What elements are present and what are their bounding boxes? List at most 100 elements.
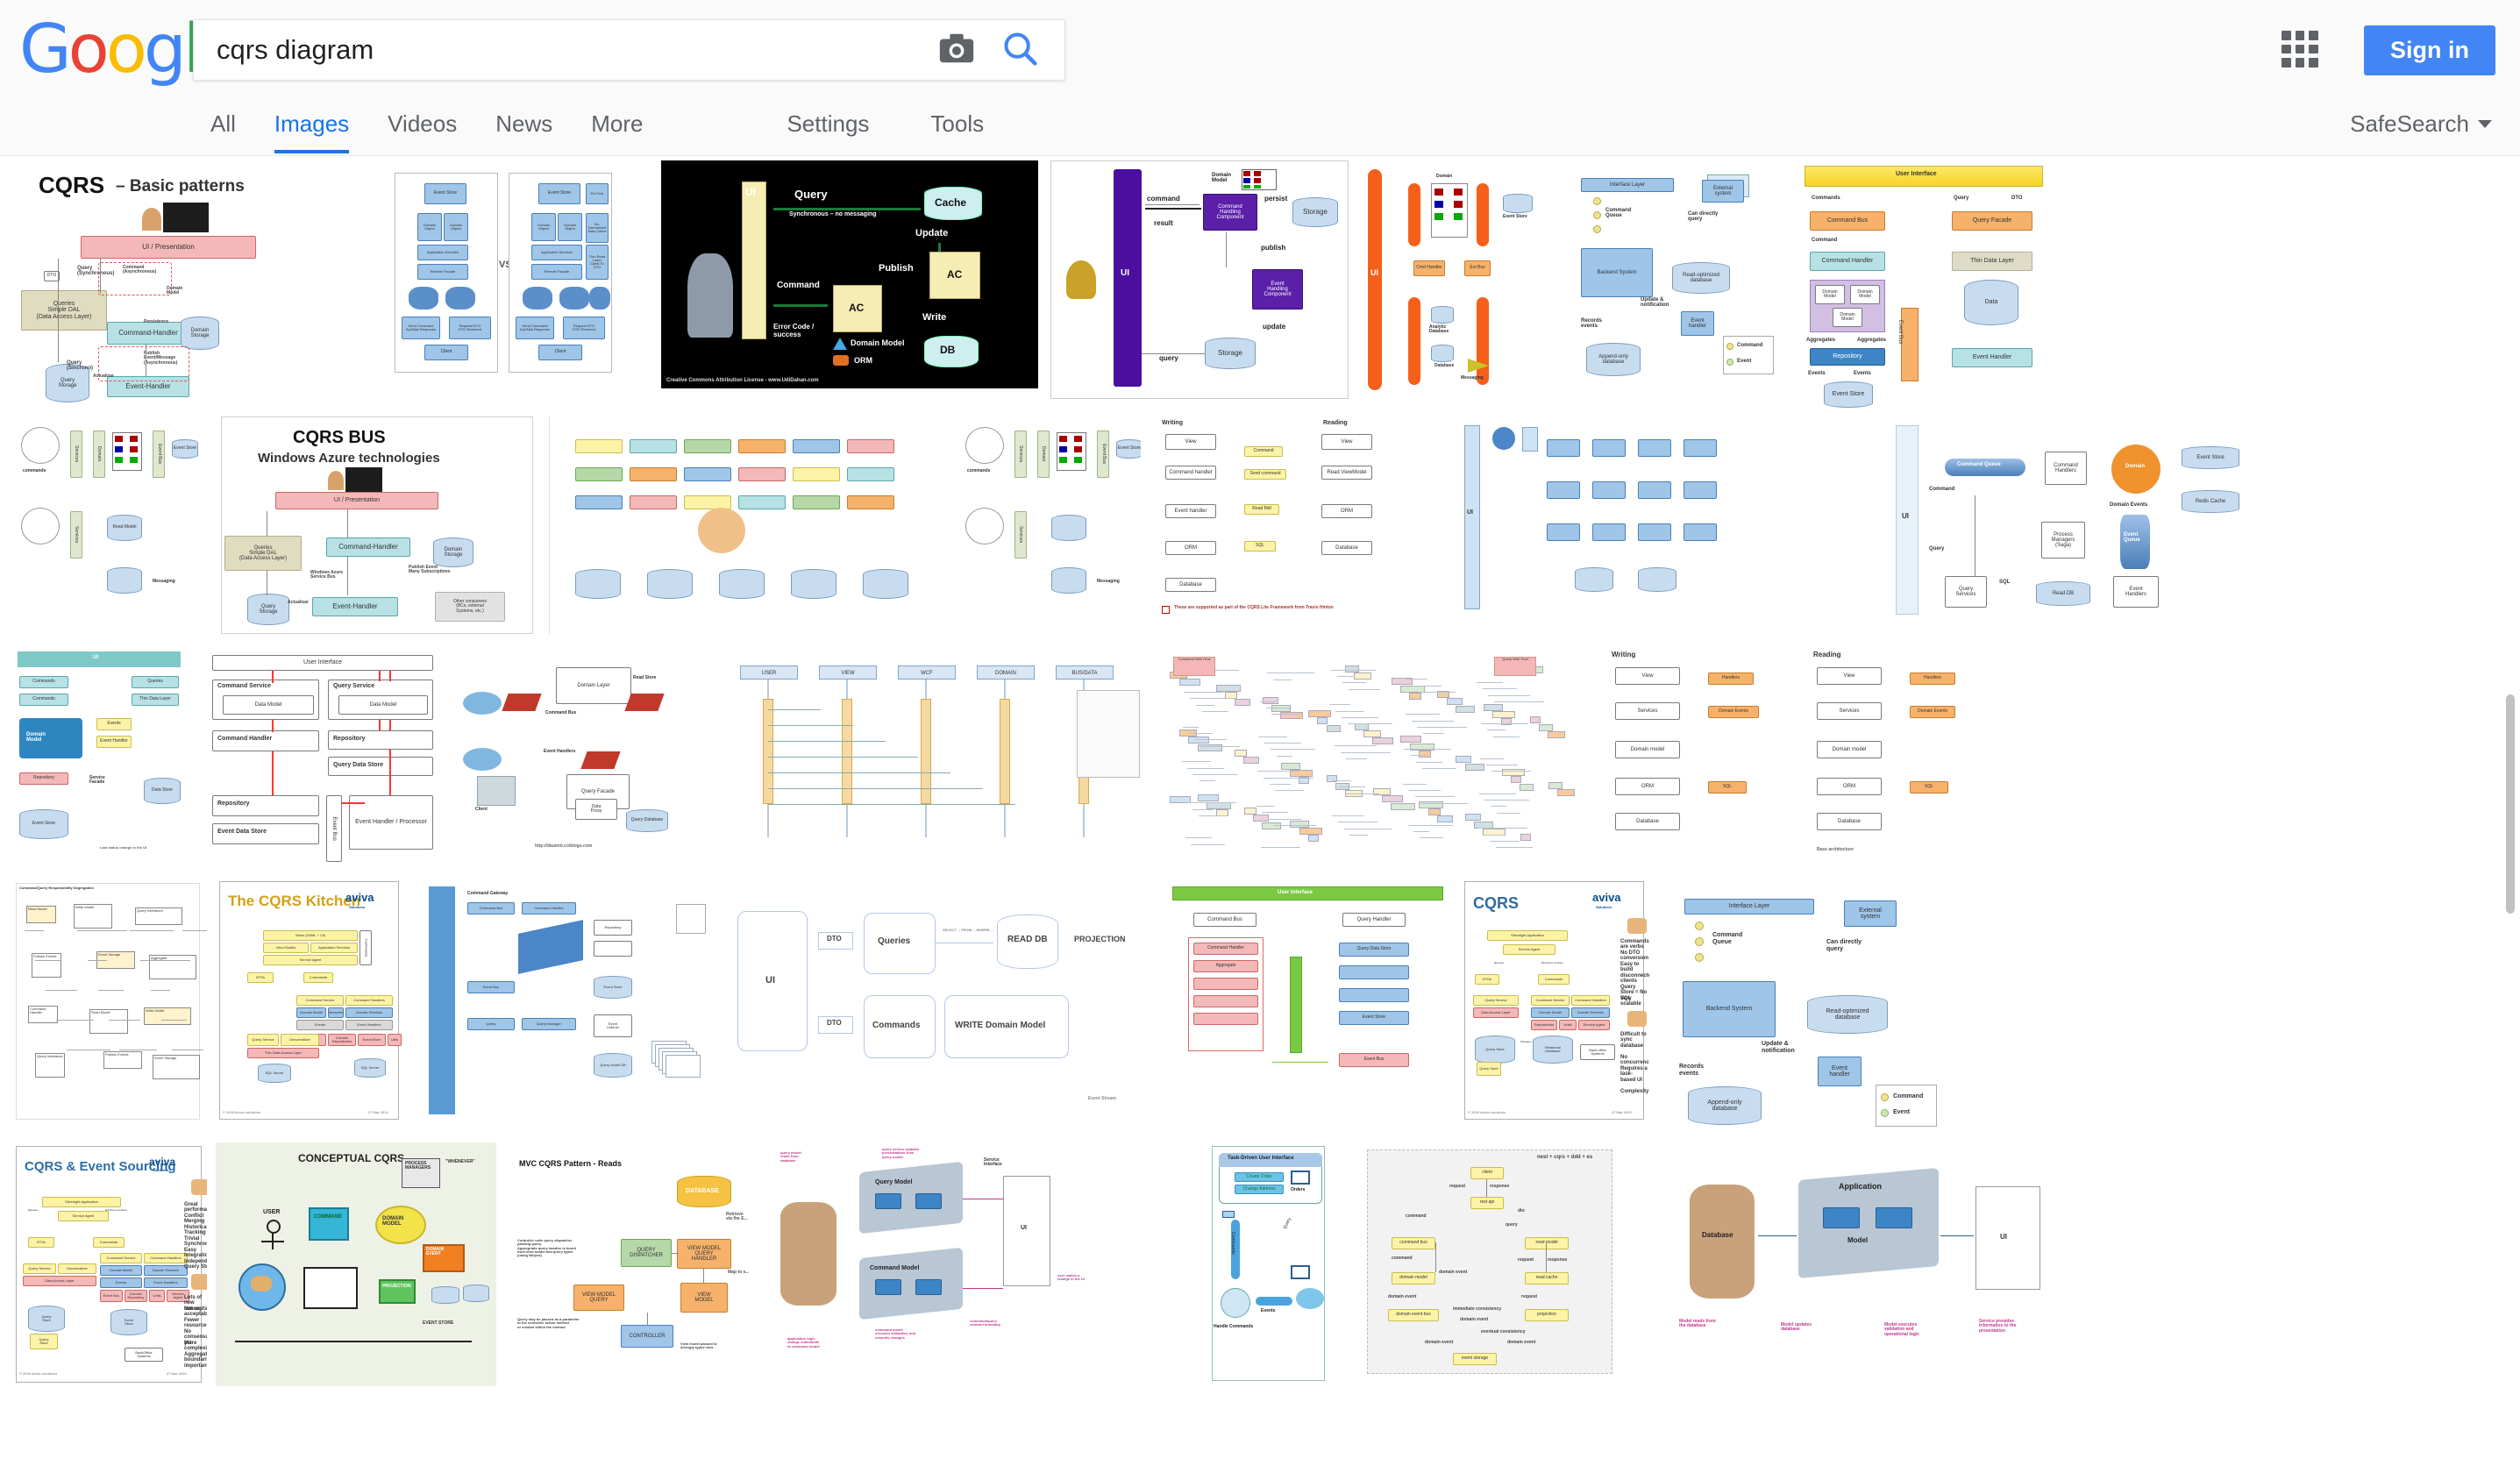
logo-letter-o2: o <box>105 11 147 89</box>
thumbnail-image-cqrs-basic-patterns: CQRS – Basic patterns UI / Presentation Q… <box>12 157 381 409</box>
search-box[interactable] <box>193 19 1065 81</box>
apps-dot <box>2295 31 2305 40</box>
vertical-scrollbar[interactable] <box>2504 158 2516 1464</box>
thumbnail-image-teal-arch: UI Commands Queries Commands Thin Data L… <box>12 644 196 874</box>
image-result-thumbnail[interactable]: User Interface Commands Query DTO Command … <box>1792 157 2073 409</box>
thumbnail-image-mvc-cqrs-reads: MVC CQRS Pattern - Reads DATABASE Retrie… <box>517 1159 750 1350</box>
thumbnail-image-green-boxes: commands Services Domain Event Bus Event… <box>12 413 207 641</box>
image-result-thumbnail[interactable] <box>549 413 948 641</box>
image-results-row: commands Services Domain Event Bus Event… <box>0 413 2520 641</box>
image-results-row: CQRS – Basic patterns UI / Presentation Q… <box>0 157 2520 409</box>
image-result-thumbnail[interactable]: Command Gateway Command Bus Command Handle… <box>413 878 711 1130</box>
safesearch-label: SafeSearch <box>2350 110 2469 137</box>
image-result-thumbnail[interactable]: CQRS – Basic patterns UI / Presentation Q… <box>12 157 381 409</box>
thumbnail-image-database-application: Database Application Model UI Model read… <box>1667 1134 2083 1397</box>
apps-dot <box>2295 44 2305 54</box>
google-apps-grid-icon[interactable] <box>2282 31 2318 68</box>
image-result-thumbnail[interactable]: UI Domain Event Store Cmd Handler Evt Bu… <box>1363 157 1560 409</box>
thumbnail-image-vs-compare: VS Event Store Domain Object Domain Object App… <box>389 157 652 392</box>
safesearch-dropdown[interactable]: SafeSearch <box>2350 110 2492 138</box>
page-header: Google Sign in All Images Video <box>0 0 2520 156</box>
image-result-thumbnail[interactable]: commands Services Domain Event Bus Event… <box>957 413 1141 641</box>
image-result-thumbnail[interactable]: UI command result Command Handling Compone… <box>1047 157 1354 409</box>
image-result-thumbnail[interactable]: User Interface Command Bus Query Handler… <box>1167 878 1452 1130</box>
image-result-thumbnail[interactable]: Command/Query Responsibility Segregation… <box>12 878 207 1130</box>
image-result-thumbnail[interactable]: CQRS BUS Windows Azure technologies UI /… <box>216 413 540 641</box>
thumbnail-image-writing-reading: Writing Reading View View Command Command… <box>1150 413 1443 641</box>
chevron-down-icon <box>2478 120 2492 128</box>
image-result-thumbnail[interactable]: commands Services Domain Event Bus Event… <box>12 413 207 641</box>
logo-letter-g1: G <box>19 11 72 89</box>
image-result-thumbnail[interactable]: UI Command Query Command Queue Command Han… <box>1890 413 2289 641</box>
image-results-row: UI Commands Queries Commands Thin Data L… <box>0 644 2520 874</box>
apps-dot <box>2309 58 2318 68</box>
tab-all[interactable]: All <box>210 103 236 153</box>
image-result-thumbnail[interactable]: User Interface Command Service Data Mode… <box>205 644 442 874</box>
image-result-thumbnail[interactable]: UI Commands Queries Commands Thin Data L… <box>12 644 196 874</box>
settings-button[interactable]: Settings <box>787 103 869 153</box>
image-result-thumbnail[interactable]: USER VIEW WCF DOMAIN BUS/DATA <box>723 644 1152 874</box>
thumbnail-image-network-3d: Domain Layer Read Store Command Bus Even… <box>451 644 714 874</box>
thumbnail-image-flow-pastel <box>549 413 948 641</box>
image-result-thumbnail[interactable]: VS Event Store Domain Object Domain Object App… <box>389 157 652 392</box>
tab-news[interactable]: News <box>495 103 552 153</box>
thumbnail-image-sequence-lanes: USER VIEW WCF DOMAIN BUS/DATA <box>723 644 1152 874</box>
thumbnail-image-interface-layer2: Interface Layer External system Command Qu… <box>1658 878 1947 1130</box>
thumbnail-image-cqrs-event-sourcing: CQRS & Event Sourcing aviva Solutions Sil… <box>12 1134 207 1397</box>
thumbnail-image-task-driven-ui: Task-Driven User Interface Create Order … <box>1207 1134 1334 1397</box>
thumbnail-image-conceptual-cqrs-sketch: CONCEPTUAL CQRS USER COMMAND DOMAIN MODEL… <box>216 1134 496 1397</box>
image-result-thumbnail[interactable]: Writing Reading View View Handlers Handle… <box>1599 644 1963 874</box>
thumbnail-image-pink-annotated: Query Model Command Model UI Service Inte… <box>780 1147 1085 1349</box>
search-icon[interactable] <box>1000 28 1040 73</box>
image-result-thumbnail[interactable]: Task-Driven User Interface Create Order … <box>1207 1134 1334 1397</box>
image-result-thumbnail[interactable]: nest + cqrs + ddd + es client request res… <box>1342 1134 1658 1397</box>
camera-search-icon[interactable] <box>936 28 977 73</box>
search-tools: Settings Tools <box>787 103 1045 153</box>
apps-dot <box>2309 31 2318 40</box>
search-type-tabs: All Images Videos News More <box>210 103 681 153</box>
apps-dot <box>2282 44 2291 54</box>
thumbnail-image-nest-cqrs-ddd-es: nest + cqrs + ddd + es client request res… <box>1342 1134 1658 1397</box>
image-result-thumbnail[interactable]: CONCEPTUAL CQRS USER COMMAND DOMAIN MODEL… <box>216 1134 496 1397</box>
image-result-thumbnail[interactable]: Interface Layer External system Command Qu… <box>1658 878 1947 1130</box>
thumbnail-image-interface-layer: Interface Layer Externalsystem Externals… <box>1569 157 1783 409</box>
tab-more[interactable]: More <box>591 103 643 153</box>
thumbnail-image-writing-reading2: Writing Reading View View Handlers Handle… <box>1599 644 1963 874</box>
thumbnail-image-visio-blue: UI <box>1452 413 1882 641</box>
thumbnail-image-cmdqueue-domain: UI Command Query Command Queue Command Han… <box>1890 413 2289 641</box>
search-input[interactable] <box>194 34 936 66</box>
thumbnail-image-ui-dto-readdb: UI DTO DTO Queries Commands SELECT ... F… <box>720 878 1158 1130</box>
tools-button[interactable]: Tools <box>930 103 984 153</box>
tab-videos[interactable]: Videos <box>388 103 457 153</box>
image-result-thumbnail[interactable]: The CQRS Kitchen aviva Solutions Views (X… <box>216 878 404 1130</box>
image-result-thumbnail[interactable]: Database Application Model UI Model read… <box>1667 1134 2083 1397</box>
image-results-row: CQRS & Event Sourcing aviva Solutions Sil… <box>0 1134 2520 1397</box>
image-result-thumbnail[interactable]: CQRS aviva Solutions Silverlight Applicat… <box>1461 878 1649 1130</box>
apps-dot <box>2282 58 2291 68</box>
thumbnail-image-blue-detailed: Command Gateway Command Bus Command Handle… <box>413 878 711 1130</box>
image-result-thumbnail[interactable]: UI DTO DTO Queries Commands SELECT ... F… <box>720 878 1158 1130</box>
image-result-thumbnail[interactable]: MVC CQRS Pattern - Reads DATABASE Retrie… <box>505 1134 759 1397</box>
apps-dot <box>2309 44 2318 54</box>
thumbnail-image-orange-ui: UI Domain Event Store Cmd Handler Evt Bu… <box>1363 157 1560 409</box>
image-result-thumbnail[interactable]: CQRS & Event Sourcing aviva Solutions Sil… <box>12 1134 207 1397</box>
thumbnail-image-green-header-flow: User Interface Command Bus Query Handler… <box>1167 878 1452 1130</box>
thumbnail-image-udidahan: UI Query Synchronous – no messaging Cach… <box>661 157 1038 409</box>
image-result-thumbnail[interactable]: UI Query Synchronous – no messaging Cach… <box>661 157 1038 409</box>
thumbnail-image-cqrs-bus: CQRS BUS Windows Azure technologies UI /… <box>216 413 540 641</box>
sign-in-button[interactable]: Sign in <box>2364 25 2495 75</box>
tab-images[interactable]: Images <box>274 103 350 153</box>
thumbnail-image-cqrs-aviva: CQRS aviva Solutions Silverlight Applicat… <box>1461 878 1649 1130</box>
thumbnail-image-dense-network: Command Web Host Query Web Host <box>1161 644 1591 874</box>
thumbnail-image-bw-red-arrows: User Interface Command Service Data Mode… <box>205 644 442 874</box>
image-result-thumbnail[interactable]: Query Model Command Model UI Service Inte… <box>768 1134 1198 1397</box>
image-results-grid: CQRS – Basic patterns UI / Presentation Q… <box>0 157 2520 1466</box>
scrollbar-thumb[interactable] <box>2506 694 2515 914</box>
image-result-thumbnail[interactable]: Interface Layer Externalsystem Externals… <box>1569 157 1783 409</box>
image-result-thumbnail[interactable]: Command Web Host Query Web Host <box>1161 644 1591 874</box>
apps-dot <box>2282 31 2291 40</box>
image-result-thumbnail[interactable]: Writing Reading View View Command Command… <box>1150 413 1443 641</box>
logo-letter-o1: o <box>68 11 110 89</box>
image-result-thumbnail[interactable]: Domain Layer Read Store Command Bus Even… <box>451 644 714 874</box>
image-result-thumbnail[interactable]: UI <box>1452 413 1882 641</box>
